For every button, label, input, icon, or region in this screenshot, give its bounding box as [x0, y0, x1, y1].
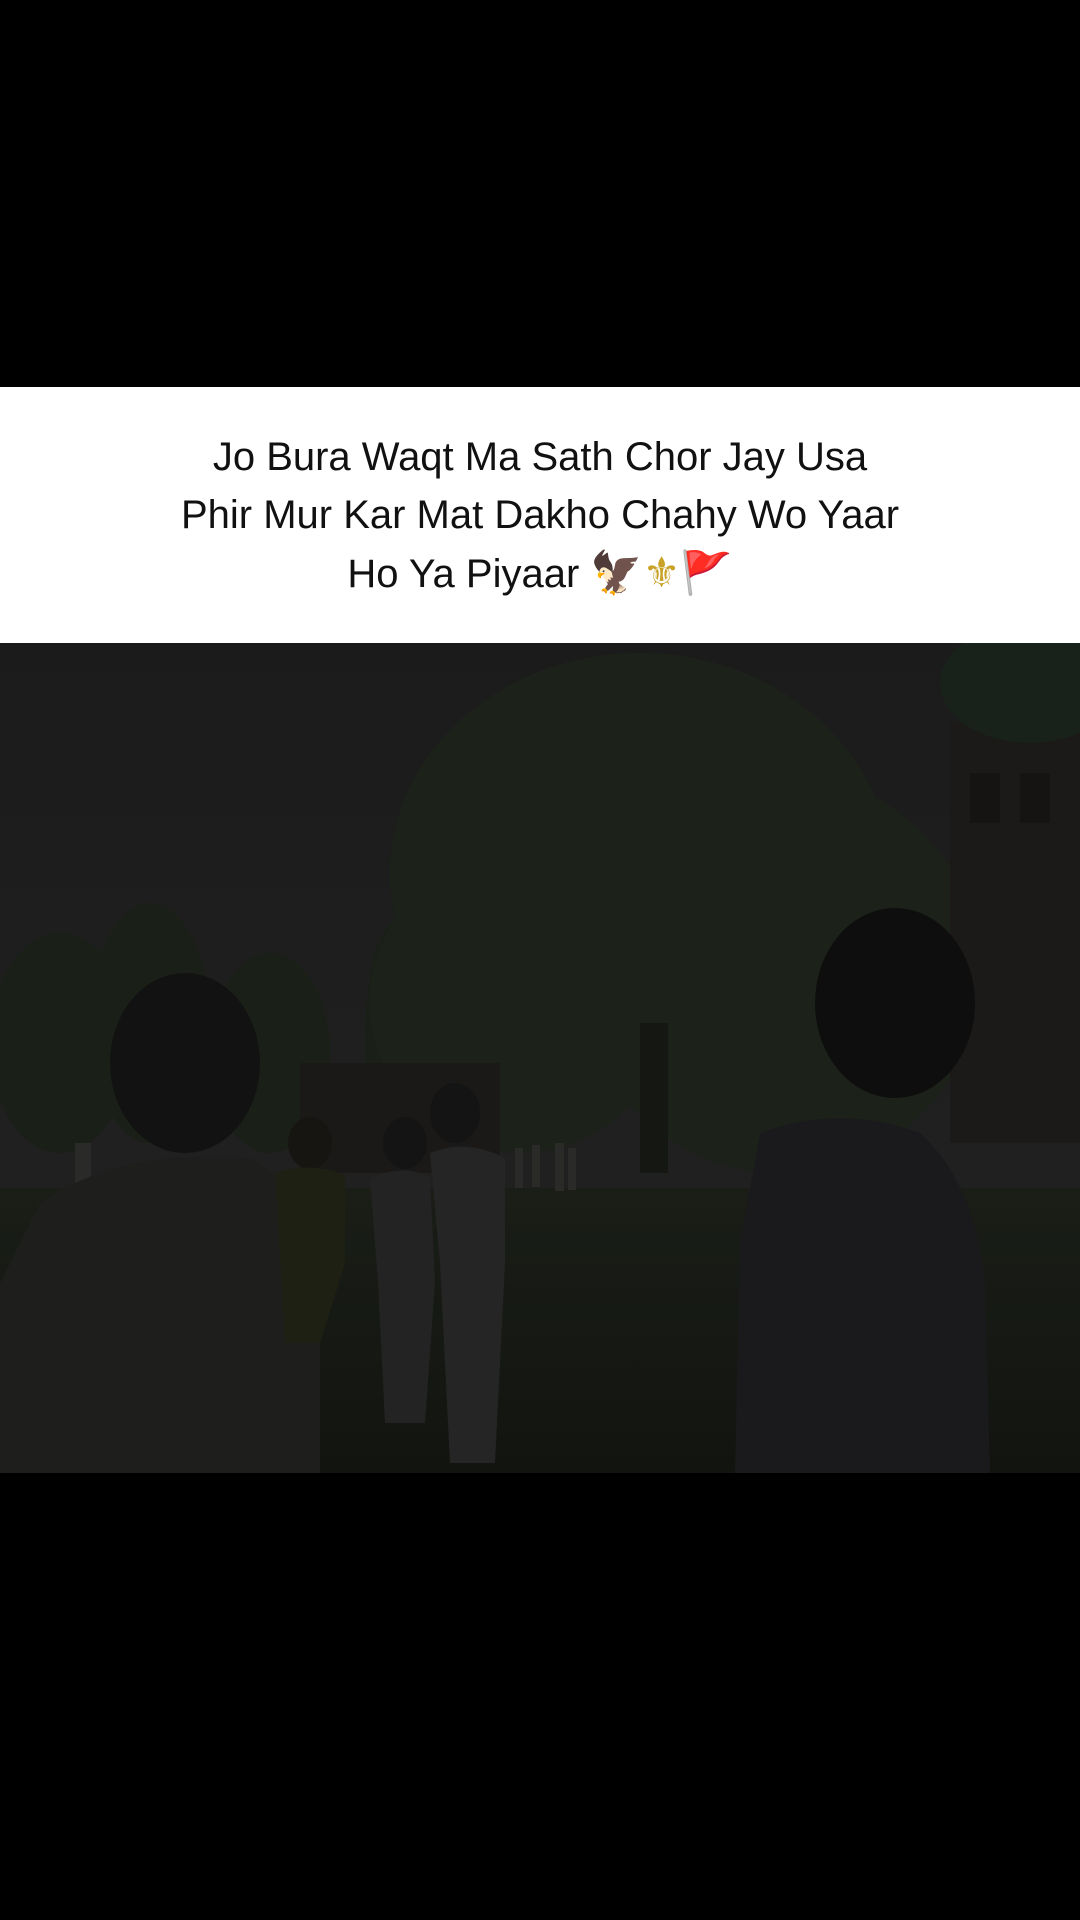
building [950, 723, 1080, 1143]
caption-line-3-text: Ho Ya Piyaar [347, 551, 580, 596]
background-photo [0, 643, 1080, 1473]
eagle-icon: 🦅 [590, 547, 643, 597]
red-flag-icon: 🚩 [680, 547, 733, 597]
caption-line-3: Ho Ya Piyaar 🦅⚜🚩 [110, 544, 970, 603]
fleur-de-lis-icon: ⚜ [642, 547, 681, 597]
bottom-letterbox [0, 1473, 1080, 1920]
caption-text: Jo Bura Waqt Ma Sath Chor Jay Usa Phir M… [110, 428, 970, 603]
photo-scene [0, 643, 1080, 1473]
caption-line-2: Phir Mur Kar Mat Dakho Chahy Wo Yaar [180, 492, 900, 537]
top-letterbox [0, 0, 1080, 387]
caption-card: Jo Bura Waqt Ma Sath Chor Jay Usa Phir M… [0, 387, 1080, 643]
video-frame: Jo Bura Waqt Ma Sath Chor Jay Usa Phir M… [0, 0, 1080, 1920]
caption-line-1: Jo Bura Waqt Ma Sath Chor Jay Usa [212, 434, 868, 479]
